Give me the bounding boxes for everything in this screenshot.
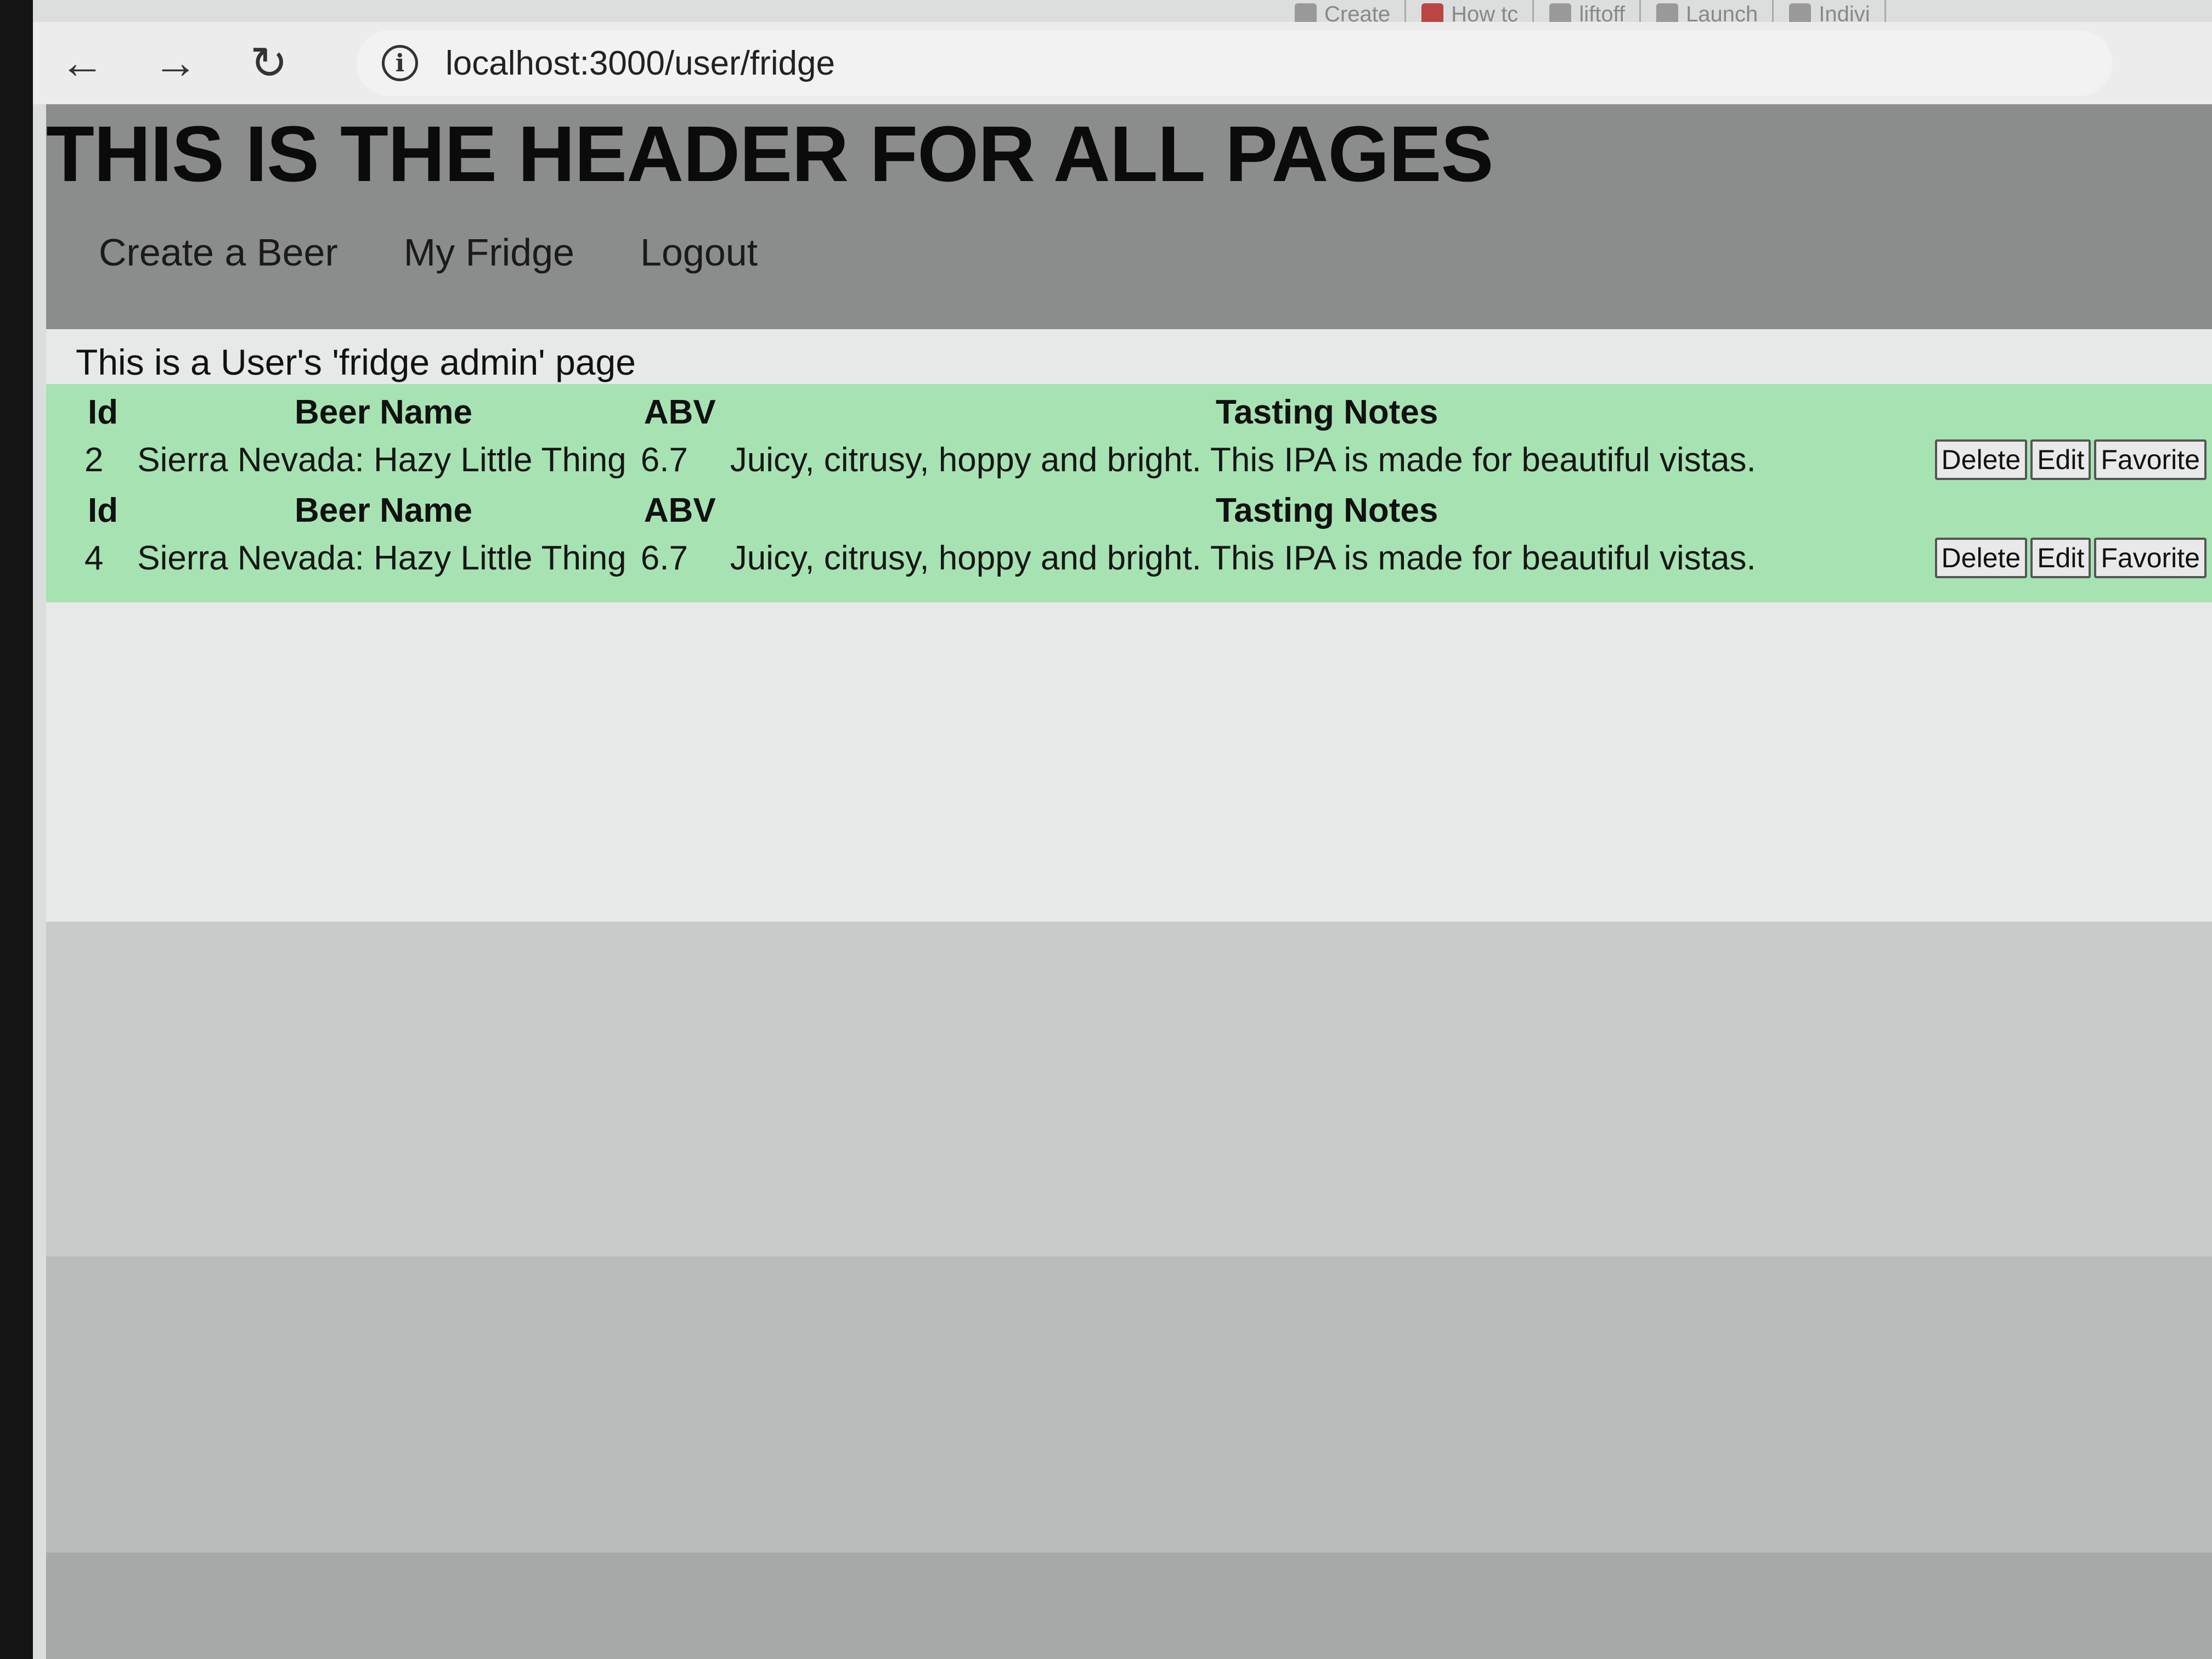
- site-header: THIS IS THE HEADER FOR ALL PAGES Create …: [46, 104, 2212, 329]
- screen-glare-band: [46, 1553, 2212, 1659]
- page-title: THIS IS THE HEADER FOR ALL PAGES: [46, 110, 1494, 198]
- delete-button[interactable]: Delete: [1934, 439, 2028, 480]
- table-header-row: Id Beer Name ABV Tasting Notes: [79, 488, 2212, 533]
- page-subtitle: This is a User's 'fridge admin' page: [76, 342, 636, 382]
- beer-name: Sierra Nevada: Hazy Little Thing: [137, 539, 627, 577]
- column-header-actions: [1929, 488, 2212, 533]
- beer-tasting-notes: Juicy, citrusy, hoppy and bright. This I…: [730, 441, 1756, 479]
- beer-tasting-notes: Juicy, citrusy, hoppy and bright. This I…: [730, 539, 1756, 577]
- edit-button[interactable]: Edit: [2030, 439, 2091, 480]
- column-header-tasting-notes: Tasting Notes: [1216, 492, 1438, 529]
- column-header-beer-name: Beer Name: [295, 492, 472, 529]
- screen-glare-band: [46, 1256, 2212, 1553]
- column-header-abv: ABV: [644, 492, 716, 529]
- column-header-tasting-notes: Tasting Notes: [1216, 393, 1438, 431]
- reload-icon[interactable]: ↻: [241, 36, 296, 91]
- favorite-button[interactable]: Favorite: [2094, 439, 2207, 480]
- url-text[interactable]: localhost:3000/user/fridge: [445, 44, 835, 83]
- nav-link-create-beer[interactable]: Create a Beer: [99, 230, 338, 274]
- info-icon[interactable]: i: [382, 45, 418, 81]
- column-header-abv: ABV: [644, 393, 716, 431]
- table-header-row: Id Beer Name ABV Tasting Notes: [79, 390, 2212, 435]
- nav-link-my-fridge[interactable]: My Fridge: [404, 230, 574, 274]
- screen-glare-band: [46, 922, 2212, 1256]
- nav-link-logout[interactable]: Logout: [640, 230, 758, 274]
- row-actions: Delete Edit Favorite: [1929, 533, 2212, 583]
- delete-button[interactable]: Delete: [1934, 538, 2028, 578]
- beer-id: 2: [84, 441, 104, 479]
- browser-window: Create How tc liftoff Launch Indivi ← → …: [33, 0, 2212, 1659]
- page-content: THIS IS THE HEADER FOR ALL PAGES Create …: [46, 104, 2212, 1659]
- column-header-beer-name: Beer Name: [295, 393, 472, 431]
- address-bar[interactable]: i localhost:3000/user/fridge: [357, 30, 2112, 96]
- table-row: 2 Sierra Nevada: Hazy Little Thing 6.7 J…: [79, 435, 2212, 484]
- table-row: 4 Sierra Nevada: Hazy Little Thing 6.7 J…: [79, 533, 2212, 583]
- fridge-list: Id Beer Name ABV Tasting Notes 2 Sierra …: [46, 384, 2212, 602]
- beer-abv: 6.7: [640, 441, 688, 479]
- back-arrow-icon[interactable]: ←: [55, 36, 110, 91]
- forward-arrow-icon[interactable]: →: [148, 36, 203, 91]
- column-header-id: Id: [88, 492, 119, 529]
- column-header-actions: [1929, 390, 2212, 435]
- edit-button[interactable]: Edit: [2030, 538, 2091, 578]
- favorite-button[interactable]: Favorite: [2094, 538, 2207, 578]
- column-header-id: Id: [88, 393, 119, 431]
- beer-table: Id Beer Name ABV Tasting Notes 2 Sierra …: [79, 390, 2212, 484]
- row-actions: Delete Edit Favorite: [1929, 435, 2212, 484]
- beer-name: Sierra Nevada: Hazy Little Thing: [137, 441, 627, 479]
- browser-toolbar: ← → ↻ i localhost:3000/user/fridge: [33, 22, 2212, 104]
- beer-id: 4: [84, 539, 104, 577]
- site-nav: Create a Beer My Fridge Logout: [46, 230, 2212, 274]
- beer-table: Id Beer Name ABV Tasting Notes 4 Sierra …: [79, 488, 2212, 583]
- beer-abv: 6.7: [640, 539, 688, 577]
